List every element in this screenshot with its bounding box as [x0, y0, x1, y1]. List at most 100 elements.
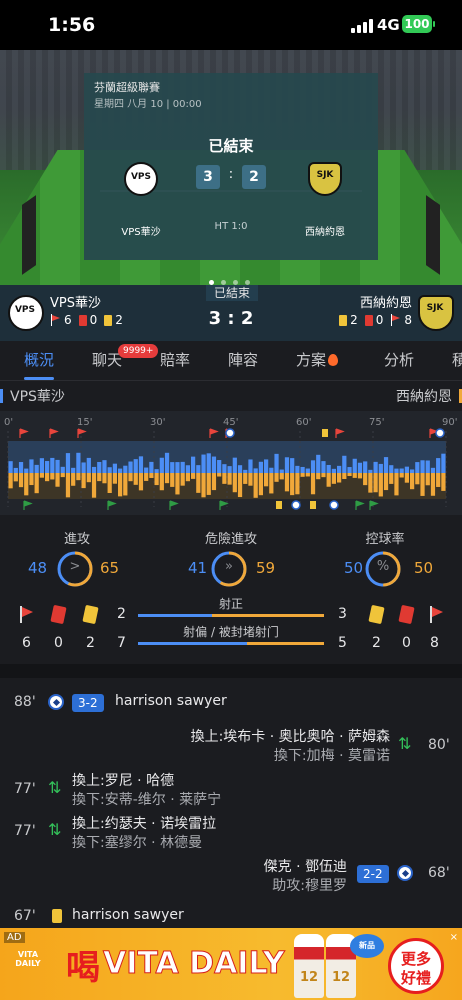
- ad-close-icon[interactable]: ×: [450, 932, 458, 943]
- goal-scorer[interactable]: 傑克 · 鄧伍迪: [264, 856, 347, 876]
- away-red-cards: 0: [375, 313, 384, 327]
- home-team-logo-icon[interactable]: [8, 295, 44, 331]
- home-momentum-bar: [206, 453, 211, 473]
- away-momentum-bar: [206, 473, 211, 495]
- stat-away-value: 59: [256, 559, 276, 577]
- away-corners: 8: [404, 313, 412, 327]
- corner-flag-marker: [209, 428, 219, 438]
- match-hero[interactable]: 芬蘭超級聯賽 星期四 八月 10 | 00:00 已結束 3 : 2 VPS華沙…: [0, 50, 462, 285]
- home-momentum-bar: [279, 469, 284, 473]
- home-momentum-bar: [357, 462, 363, 473]
- home-momentum-bar: [316, 454, 321, 473]
- tab-plans[interactable]: 方案: [296, 349, 339, 370]
- sub-in-player[interactable]: 換上:埃布卡 · 奥比奥哈 · 萨姆森: [191, 726, 390, 746]
- home-momentum-bar: [138, 456, 144, 473]
- goal-marker: [435, 428, 445, 438]
- home-momentum-bar: [227, 466, 232, 473]
- away-momentum-bar: [29, 473, 34, 486]
- assist-player[interactable]: 助攻:穆里罗: [272, 875, 347, 895]
- ad-cta-button[interactable]: 更多 好禮: [388, 938, 444, 994]
- home-momentum-bar: [144, 467, 149, 473]
- away-momentum-bar: [112, 473, 117, 484]
- away-momentum-bar: [97, 473, 102, 482]
- sub-out-player[interactable]: 換下:加梅 · 莫雷诺: [274, 745, 390, 765]
- home-momentum-bar: [86, 457, 91, 473]
- tab-overview[interactable]: 概況: [24, 349, 54, 370]
- home-momentum-bar: [383, 457, 389, 473]
- yellow-card-marker: [322, 429, 328, 437]
- home-momentum-bar: [13, 467, 18, 473]
- home-momentum-bar: [102, 460, 107, 473]
- corner-flag-icon: [428, 606, 444, 623]
- network-label: 4G: [377, 16, 400, 34]
- tab-odds[interactable]: 賠率: [160, 349, 190, 370]
- away-momentum-bar: [39, 473, 44, 478]
- ad-board-left: [22, 195, 36, 275]
- home-momentum-bar: [97, 461, 102, 473]
- momentum-timeline[interactable]: 0' 15' 30' 45' 60' 75' 90': [0, 411, 462, 515]
- away-momentum-bar: [128, 473, 133, 482]
- corner-flag-marker: [355, 500, 365, 510]
- sub-out-player[interactable]: 換下:塞缪尔 · 林德曼: [72, 832, 202, 852]
- shots-off-bar: [138, 642, 324, 645]
- home-momentum-bar: [196, 465, 201, 473]
- away-momentum-bar: [399, 473, 404, 478]
- away-momentum-bar: [326, 473, 331, 487]
- home-momentum-bar: [76, 452, 81, 473]
- shots-on-bar: [138, 614, 324, 617]
- away-momentum-bar: [164, 473, 170, 484]
- away-team-logo-icon[interactable]: [308, 162, 342, 196]
- tab-lineup[interactable]: 陣容: [228, 349, 258, 370]
- tab-standings[interactable]: 積: [452, 349, 462, 370]
- away-momentum-bar: [217, 473, 222, 477]
- home-momentum-bar: [321, 461, 326, 473]
- stat-home-value: 41: [188, 559, 208, 577]
- ad-banner[interactable]: AD VITA DAILY 喝 VITA DAILY 新品 更多 好禮 ×: [0, 928, 462, 1000]
- home-team-name[interactable]: VPS華沙: [50, 292, 101, 311]
- battery-icon: 100: [402, 15, 435, 33]
- tab-analysis[interactable]: 分析: [384, 349, 414, 370]
- away-momentum-bar: [410, 473, 415, 490]
- away-momentum-bar: [222, 473, 227, 484]
- away-momentum-bar: [420, 473, 425, 496]
- home-momentum-bar: [436, 458, 441, 473]
- away-momentum-bar: [253, 473, 258, 498]
- away-momentum-bar: [50, 473, 55, 480]
- league-name[interactable]: 芬蘭超級聯賽: [94, 79, 160, 95]
- home-momentum-bar: [217, 460, 222, 473]
- home-momentum-bar: [128, 461, 133, 473]
- goal-scorer[interactable]: harrison sawyer: [115, 693, 227, 709]
- yellow-card-icon: [339, 314, 348, 326]
- shots-off-title: 射偏 / 被封堵射门: [183, 625, 279, 639]
- away-team-logo-icon[interactable]: [418, 295, 454, 331]
- away-momentum-bar: [279, 473, 284, 480]
- home-momentum-bar: [264, 459, 269, 473]
- home-momentum-bar: [378, 463, 383, 473]
- sub-out-player[interactable]: 換下:安蒂-维尔 · 莱萨宁: [72, 789, 221, 809]
- home-momentum-bar: [39, 458, 44, 473]
- carousel-dots[interactable]: [209, 270, 257, 285]
- percent-icon: %: [376, 559, 390, 574]
- away-momentum-bar: [175, 473, 180, 495]
- home-momentum-bar: [60, 466, 65, 473]
- away-momentum-bar: [378, 473, 383, 497]
- stat-title: 進攻: [63, 532, 90, 547]
- home-team-logo-icon[interactable]: [124, 162, 158, 196]
- away-team-name[interactable]: 西納約恩: [360, 292, 412, 311]
- corner-flag-marker: [169, 500, 179, 510]
- home-momentum-bar: [441, 453, 446, 473]
- red-card-icon: [398, 604, 415, 625]
- away-momentum-bar: [290, 473, 295, 496]
- ad-headline-brand: VITA DAILY: [103, 946, 286, 982]
- away-momentum-bar: [211, 473, 217, 491]
- away-momentum-bar: [441, 473, 446, 491]
- away-momentum-bar: [65, 473, 71, 498]
- away-momentum-bar: [170, 473, 175, 487]
- sub-in-player[interactable]: 換上:约瑟夫 · 诺埃雷拉: [72, 813, 216, 833]
- timeline-home-name: VPS華沙: [10, 389, 65, 405]
- booked-player[interactable]: harrison sawyer: [72, 907, 184, 923]
- home-momentum-bar: [347, 467, 352, 473]
- home-momentum-bar: [342, 455, 347, 473]
- sub-in-player[interactable]: 換上:罗尼 · 哈德: [72, 770, 174, 790]
- event-minute: 67': [14, 908, 36, 924]
